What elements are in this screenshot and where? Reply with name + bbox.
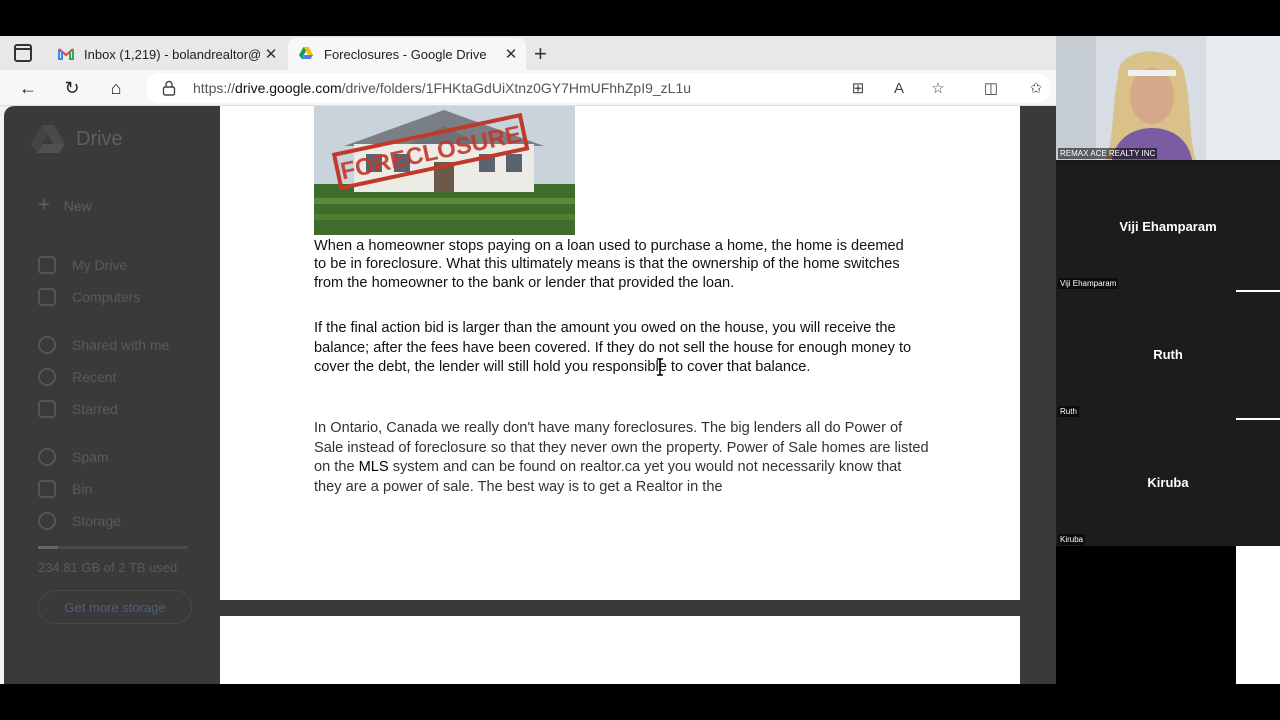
spam-icon [38, 448, 56, 466]
bin-icon [38, 480, 56, 498]
sidebar-item-label: Computers [72, 289, 141, 305]
storage-bar-fill [38, 546, 58, 549]
letterbox-bottom [0, 684, 1280, 720]
back-icon[interactable]: ← [16, 76, 40, 100]
plus-icon: + [38, 194, 50, 216]
favorite-star-icon[interactable]: ☆ [929, 80, 947, 98]
split-screen-icon[interactable]: ◫ [982, 80, 1000, 98]
foreclosure-house-image: FORECLOSURE [314, 106, 575, 235]
screen: Inbox (1,219) - bolandrealtor@gmail.com … [0, 0, 1280, 720]
close-icon[interactable]: ✕ [500, 45, 522, 63]
sidebar-item-shared[interactable]: Shared with me [38, 336, 169, 354]
sidebar-item-storage[interactable]: Storage [38, 512, 121, 530]
paragraph-2: If the final action bid is larger than t… [314, 320, 912, 376]
participant-video-tile[interactable]: REMAX ACE REALTY INC [1056, 36, 1280, 160]
sidebar-item-label: Storage [72, 513, 122, 529]
sidebar-item-my-drive[interactable]: My Drive [38, 256, 127, 274]
sidebar-item-label: Spam [72, 449, 109, 465]
get-more-storage-button[interactable]: Get more storage [38, 590, 192, 624]
sidebar-item-label: Starred [72, 401, 118, 417]
participant-name: Viji Ehamparam [1119, 219, 1217, 234]
sidebar-item-bin[interactable]: Bin [38, 480, 92, 498]
favorites-icon[interactable]: ✩ [1027, 80, 1045, 98]
sidebar-item-spam[interactable]: Spam [38, 448, 109, 466]
tab-label: Foreclosures - Google Drive [324, 46, 487, 62]
url-prefix: https:// [193, 80, 236, 96]
sidebar-item-label: Recent [72, 369, 117, 385]
clock-icon [38, 368, 56, 386]
participant-label: Viji Ehamparam [1058, 278, 1119, 289]
drive-title: Drive [76, 128, 123, 150]
participant-name: Kiruba [1147, 475, 1189, 490]
document-page-next [220, 616, 1020, 684]
refresh-icon[interactable]: ↻ [60, 76, 84, 100]
paragraph-3: In Ontario, Canada we really don't have … [314, 419, 932, 497]
new-label: New [63, 198, 92, 214]
storage-bar [38, 546, 188, 549]
participant-tile[interactable]: Kiruba Kiruba [1056, 418, 1280, 546]
browser-window: Inbox (1,219) - bolandrealtor@gmail.com … [0, 36, 1056, 684]
shared-icon [38, 336, 56, 354]
sidebar-item-label: Bin [72, 481, 93, 497]
participant-tile[interactable]: Ruth Ruth [1056, 290, 1280, 418]
sidebar-item-starred[interactable]: Starred [38, 400, 118, 418]
tile-divider [1236, 290, 1280, 292]
sidebar-item-label: Shared with me [72, 337, 170, 353]
participant-label: REMAX ACE REALTY INC [1058, 148, 1158, 159]
tab-google-drive[interactable]: Foreclosures - Google Drive ✕ [288, 38, 526, 70]
home-icon[interactable]: ⌂ [104, 76, 128, 100]
participant-label: Kiruba [1058, 534, 1086, 545]
participant-label: Ruth [1058, 406, 1079, 417]
paragraph-3-mls: MLS [358, 459, 389, 476]
read-aloud-icon[interactable]: A [890, 80, 908, 98]
url-path: /drive/folders/1FHKtaGdUiXtnz0GY7HmUFhhZ… [341, 80, 692, 96]
computers-icon [38, 288, 56, 306]
paragraph-3-part-b: system and can be found on realtor.ca ye… [314, 459, 902, 495]
url-text: https://drive.google.com/drive/folders/1… [193, 80, 691, 96]
text-cursor-icon [657, 358, 663, 376]
participant-name: Ruth [1153, 347, 1183, 362]
tab-actions-icon[interactable] [14, 44, 32, 62]
new-button[interactable]: + New [38, 194, 92, 217]
participant-tile[interactable]: Viji Ehamparam Viji Ehamparam [1056, 164, 1280, 290]
participants-panel: REMAX ACE REALTY INC Viji Ehamparam Viji… [1056, 36, 1280, 546]
lock-icon [162, 80, 176, 96]
star-icon [38, 400, 56, 418]
tab-label: Inbox (1,219) - bolandrealtor@gmail.com [84, 46, 260, 62]
tile-divider [1236, 418, 1280, 420]
storage-text: 234.81 GB of 2 TB used [38, 560, 178, 575]
url-domain: drive.google.com [235, 80, 342, 96]
address-bar-row: ← ↻ ⌂ https://drive.google.com/drive/fol… [0, 70, 1056, 106]
cloud-icon [38, 512, 56, 530]
google-drive-icon [299, 47, 313, 59]
background-strip [1236, 546, 1280, 684]
house-photo: FORECLOSURE [314, 106, 575, 235]
paragraph-1: When a homeowner stops paying on a loan … [314, 238, 904, 291]
tab-bar: Inbox (1,219) - bolandrealtor@gmail.com … [0, 36, 1056, 70]
drive-logo-icon [31, 125, 65, 153]
sidebar-item-computers[interactable]: Computers [38, 288, 140, 306]
url-field[interactable]: https://drive.google.com/drive/folders/1… [146, 73, 1050, 103]
tab-gmail[interactable]: Inbox (1,219) - bolandrealtor@gmail.com … [48, 38, 286, 70]
sidebar-item-recent[interactable]: Recent [38, 368, 116, 386]
close-icon[interactable]: ✕ [260, 45, 282, 63]
new-tab-icon[interactable]: + [534, 41, 547, 67]
gmail-icon [58, 48, 74, 60]
participant-video [1056, 36, 1280, 160]
my-drive-icon [38, 256, 56, 274]
sidebar-item-label: My Drive [72, 257, 128, 273]
document-page: FORECLOSURE When a homeowner stops payin… [220, 106, 1020, 600]
app-available-icon[interactable]: ⊞ [849, 80, 867, 98]
